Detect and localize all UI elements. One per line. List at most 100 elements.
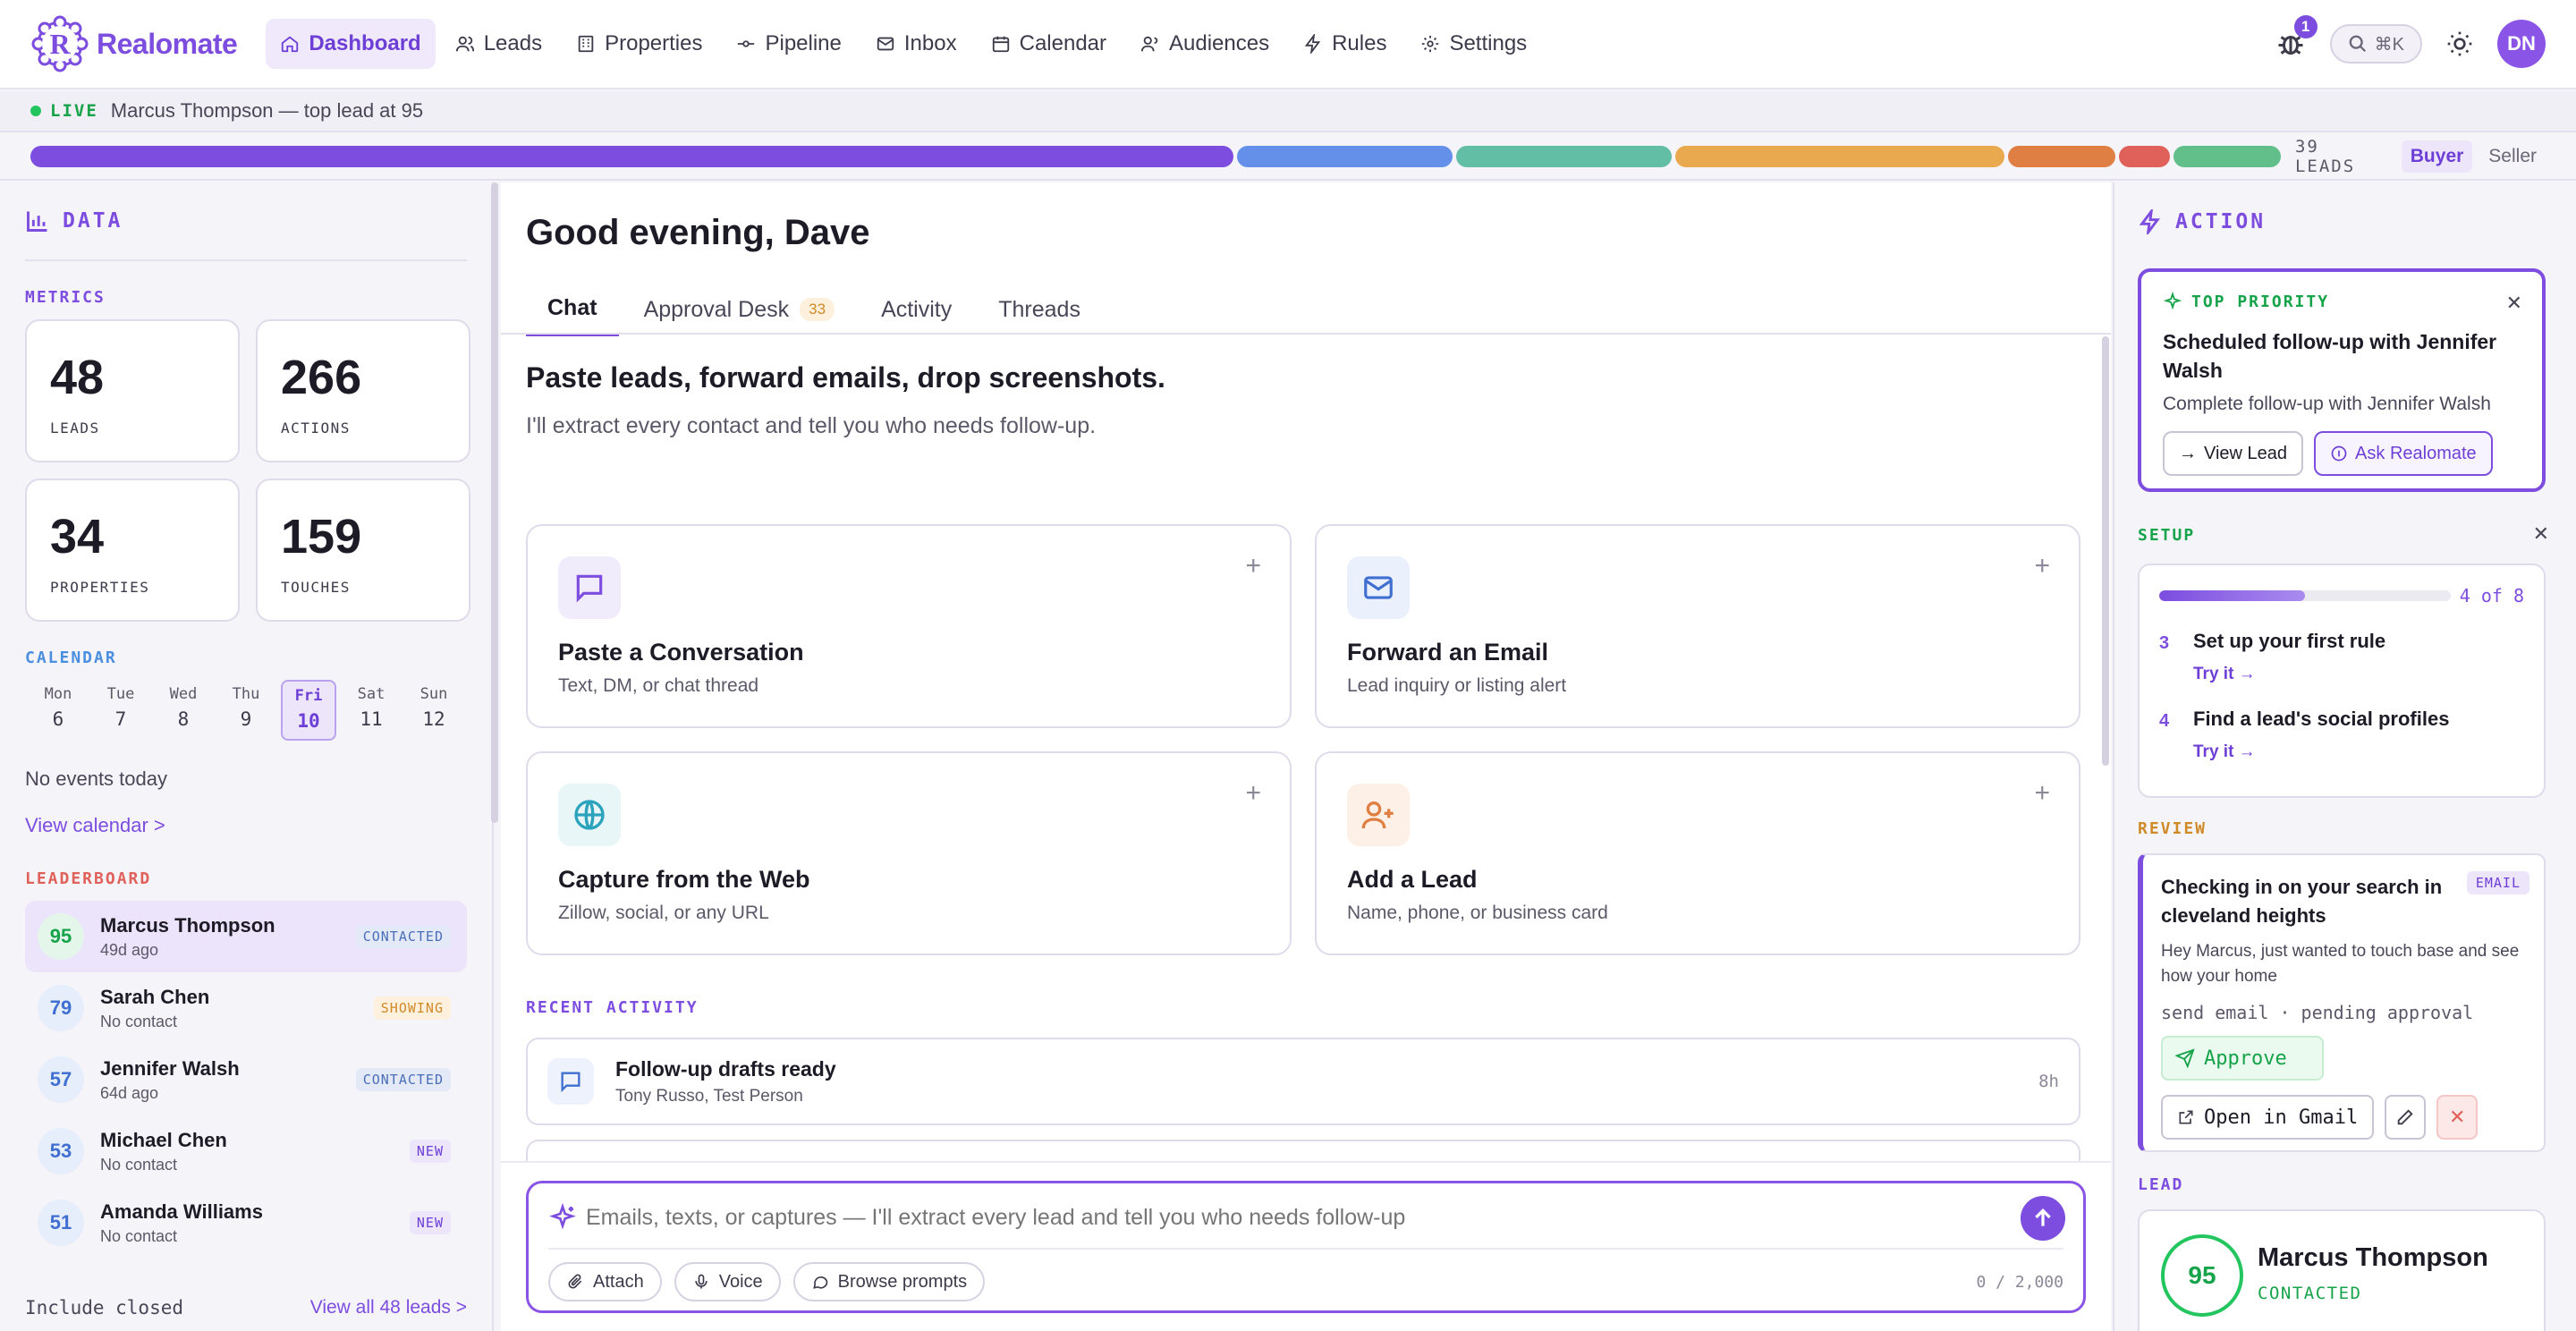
top-nav: R Realomate Dashboard Leads Properties P… [0,0,2576,89]
lead-last-contact: 64d ago [100,1083,159,1102]
tab-label: Approval Desk [643,296,790,322]
theme-toggle-sun-icon[interactable] [2445,30,2474,58]
nav-leads[interactable]: Leads [441,19,556,69]
approve-button[interactable]: Approve [2161,1036,2324,1081]
sparkle-icon [549,1203,576,1230]
pipeline-segment[interactable] [2173,146,2281,167]
card-icon-wrap [558,784,621,846]
nav-rules[interactable]: Rules [1289,19,1401,69]
calendar-day[interactable]: Sun 12 [406,680,462,741]
pipeline-segments [30,146,2281,167]
calendar-day[interactable]: Mon 6 [30,680,86,741]
paperclip-icon [568,1274,582,1289]
card-add-lead[interactable]: + Add a Lead Name, phone, or business ca… [1315,751,2080,955]
setup-step: 3 Set up your first rule Try it → [2159,630,2524,684]
toggle-seller[interactable]: Seller [2479,140,2546,173]
reject-draft-button[interactable]: ✕ [2436,1095,2479,1140]
ask-realomate-button[interactable]: Ask Realomate [2314,431,2493,476]
include-closed-toggle[interactable]: Include closed [25,1297,183,1318]
dismiss-priority-close-icon[interactable]: ✕ [2506,292,2522,315]
metric-card-touches[interactable]: 159 TOUCHES [256,479,470,622]
view-calendar-link[interactable]: View calendar > [25,814,467,837]
edit-draft-button[interactable] [2385,1095,2427,1140]
leaderboard-row[interactable]: 79 Sarah Chen No contact SHOWING [25,972,467,1044]
tab-activity[interactable]: Activity [860,283,973,336]
attach-button[interactable]: Attach [548,1262,662,1301]
day-number: 8 [177,708,190,730]
nav-calendar[interactable]: Calendar [977,19,1121,69]
view-all-leads-link[interactable]: View all 48 leads > [310,1297,467,1318]
quick-action-cards: + Paste a Conversation Text, DM, or chat… [526,524,2080,955]
day-name: Thu [232,685,260,703]
calendar-day[interactable]: Tue 7 [93,680,148,741]
nav-label: Leads [483,31,543,55]
priority-title: Scheduled follow-up with Jennifer Walsh [2163,330,2497,382]
dismiss-setup-close-icon[interactable]: ✕ [2533,522,2549,546]
nav-pipeline[interactable]: Pipeline [722,19,855,69]
nav-label: Properties [605,31,703,55]
leaderboard-row[interactable]: 57 Jennifer Walsh 64d ago CONTACTED [25,1044,467,1115]
leaderboard-row[interactable]: 95 Marcus Thompson 49d ago CONTACTED [25,901,467,972]
pipeline-segment[interactable] [2007,146,2115,167]
view-lead-button[interactable]: → View Lead [2163,431,2304,476]
attach-label: Attach [593,1271,644,1292]
nav-inbox[interactable]: Inbox [861,19,971,69]
pipeline-segment[interactable] [1237,146,1453,167]
center-scrollbar[interactable] [2102,336,2109,766]
brand[interactable]: R Realomate [30,14,238,73]
nav-settings[interactable]: Settings [1406,19,1541,69]
day-name: Wed [169,685,198,703]
leaderboard-row[interactable]: 53 Michael Chen No contact NEW [25,1115,467,1187]
leaderboard-row[interactable]: 51 Amanda Williams No contact NEW [25,1187,467,1259]
tab-approval-desk[interactable]: Approval Desk 33 [623,283,857,336]
calendar-day[interactable]: Thu 9 [218,680,274,741]
nav-label: Pipeline [765,31,842,55]
metric-label: LEADS [50,420,100,437]
bug-report-button[interactable]: 1 [2275,15,2318,60]
calendar-day[interactable]: Sat 11 [343,680,399,741]
lead-name: Jennifer Walsh [100,1056,240,1080]
bar-chart-icon [27,211,47,232]
try-it-link[interactable]: Try it → [2193,742,2524,762]
activity-row[interactable]: Follow-up drafts ready Tony Russo, Test … [526,1038,2080,1125]
metric-card-properties[interactable]: 34 PROPERTIES [25,479,240,622]
pipeline-segment[interactable] [30,146,1234,167]
nav-properties[interactable]: Properties [562,19,716,69]
nav-audiences[interactable]: Audiences [1126,19,1284,69]
user-avatar[interactable]: DN [2497,20,2546,68]
lead-summary-card[interactable]: 95 Marcus Thompson CONTACTED [2138,1209,2546,1331]
calendar-day[interactable]: Wed 8 [156,680,211,741]
toggle-buyer[interactable]: Buyer [2401,140,2473,173]
card-capture-web[interactable]: + Capture from the Web Zillow, social, o… [526,751,1292,955]
voice-button[interactable]: Voice [674,1262,781,1301]
no-events-text: No events today [25,767,167,790]
browse-prompts-button[interactable]: Browse prompts [792,1262,986,1301]
metric-card-leads[interactable]: 48 LEADS [25,319,240,462]
lead-name: Michael Chen [100,1128,227,1151]
tab-chat[interactable]: Chat [526,283,619,336]
composer-input[interactable] [586,1205,1963,1231]
card-paste-conversation[interactable]: + Paste a Conversation Text, DM, or chat… [526,524,1292,728]
pipeline-segment[interactable] [2118,146,2170,167]
plus-icon: + [2034,551,2050,581]
card-forward-email[interactable]: + Forward an Email Lead inquiry or listi… [1315,524,2080,728]
lead-score: 79 [38,985,84,1031]
metric-card-actions[interactable]: 266 ACTIONS [256,319,470,462]
lead-last-contact: No contact [100,1226,178,1245]
open-in-gmail-button[interactable]: Open in Gmail [2161,1095,2375,1140]
tab-threads[interactable]: Threads [977,283,1102,336]
left-scrollbar[interactable] [491,182,498,823]
chat-icon [561,1072,580,1093]
view-lead-label: View Lead [2204,443,2288,463]
bolt-icon [2139,209,2161,234]
try-it-link[interactable]: Try it → [2193,665,2524,684]
nav-dashboard[interactable]: Dashboard [266,19,436,69]
card-title: Capture from the Web [558,866,810,893]
pipeline-segment[interactable] [1674,146,2004,167]
pipeline-segment[interactable] [1455,146,1672,167]
lead-summary-status: CONTACTED [2258,1284,2362,1303]
search-button[interactable]: ⌘K [2329,24,2422,64]
external-link-icon [2179,1110,2193,1124]
send-button[interactable] [2021,1196,2065,1241]
calendar-day-today[interactable]: Fri 10 [281,680,336,741]
